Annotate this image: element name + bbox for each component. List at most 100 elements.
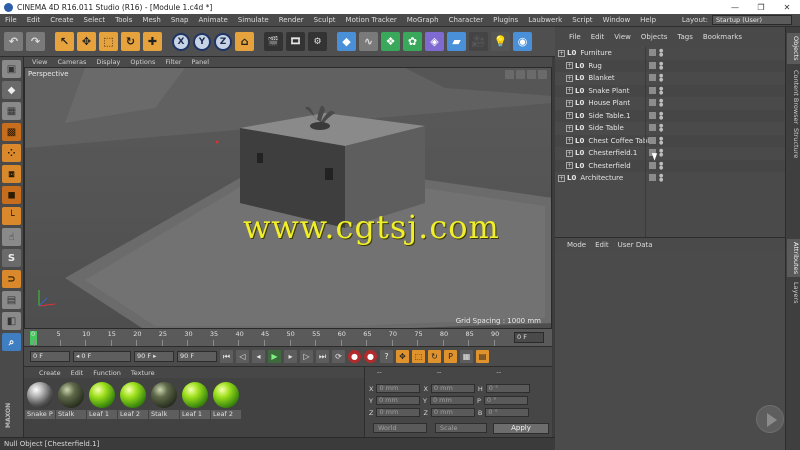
object-manager-column-divider[interactable] <box>645 47 646 237</box>
undo-icon[interactable]: ↶ <box>4 32 23 51</box>
expand-icon[interactable]: + <box>566 112 573 119</box>
close-button[interactable]: ✕ <box>774 3 800 12</box>
visibility-toggle-icon[interactable] <box>649 124 656 131</box>
key-scale-icon[interactable]: ⬚ <box>412 350 425 363</box>
material-item[interactable]: Leaf 1 <box>180 382 210 433</box>
tab-attributes[interactable]: Attributes <box>787 239 800 278</box>
points-mode-icon[interactable]: ⁘ <box>2 144 21 162</box>
menu-file[interactable]: File <box>0 16 22 24</box>
next-key-icon[interactable]: ▷ <box>300 350 313 363</box>
loop-icon[interactable]: ⟳ <box>332 350 345 363</box>
object-menu-file[interactable]: File <box>569 33 581 41</box>
go-to-start-icon[interactable]: ⏮ <box>220 350 233 363</box>
viewport-menu-filter[interactable]: Filter <box>165 58 181 66</box>
expand-icon[interactable]: + <box>566 62 573 69</box>
maximize-button[interactable]: ❐ <box>748 3 774 12</box>
spline-icon[interactable]: ∿ <box>359 32 378 51</box>
record-icon[interactable]: ● <box>348 350 361 363</box>
minimize-button[interactable]: — <box>722 3 748 12</box>
zoom-icon[interactable] <box>516 70 525 79</box>
visibility-toggle-icon[interactable] <box>649 86 656 94</box>
attribute-menu-user-data[interactable]: User Data <box>618 241 653 249</box>
play-overlay-icon[interactable] <box>756 405 784 433</box>
material-item[interactable]: Stalk <box>56 382 86 433</box>
rotation-h-field[interactable]: 0 ° <box>485 384 530 393</box>
menu-window[interactable]: Window <box>598 16 636 24</box>
object-row[interactable]: + L0 Rug ● ● <box>555 59 785 72</box>
visibility-toggle-icon[interactable] <box>649 161 656 169</box>
preview-start-field[interactable]: ◂ 0 F <box>73 351 131 362</box>
object-row[interactable]: + L0 Side Table ● ● <box>555 122 785 134</box>
edges-mode-icon[interactable]: ⧈ <box>2 165 21 183</box>
expand-icon[interactable]: + <box>566 137 573 144</box>
tab-layers[interactable]: Layers <box>787 279 800 307</box>
key-parameter-icon[interactable]: P <box>444 350 457 363</box>
key-pla-icon[interactable]: ▦ <box>460 350 473 363</box>
key-rotation-icon[interactable]: ↻ <box>428 350 441 363</box>
menu-character[interactable]: Character <box>444 16 489 24</box>
menu-select[interactable]: Select <box>79 16 111 24</box>
menu-script[interactable]: Script <box>567 16 597 24</box>
material-item[interactable]: Leaf 1 <box>87 382 117 433</box>
array-icon[interactable]: ✿ <box>403 32 422 51</box>
viewport-menu-options[interactable]: Options <box>130 58 155 66</box>
material-item[interactable]: Leaf 2 <box>118 382 148 433</box>
editor-render-visibility-icon[interactable]: ● ● <box>659 161 663 170</box>
axis-mode-icon[interactable]: └ <box>2 207 21 225</box>
visibility-toggle-icon[interactable] <box>649 136 656 144</box>
recent-tool-icon[interactable]: ✚ <box>143 32 162 51</box>
editor-render-visibility-icon[interactable]: ● ● <box>659 124 663 133</box>
coordinate-system-icon[interactable]: ⌂ <box>235 32 254 51</box>
render-to-picture-viewer-icon[interactable]: 🎞 <box>286 32 305 51</box>
object-row[interactable]: + L0 Architecture ● ● <box>555 172 785 184</box>
polygons-mode-icon[interactable]: ◼ <box>2 186 21 204</box>
texture-mode-icon[interactable]: ▦ <box>2 102 21 120</box>
expand-icon[interactable]: + <box>566 99 573 107</box>
camera-icon[interactable]: 🎥 <box>469 32 488 51</box>
menu-help[interactable]: Help <box>635 16 661 24</box>
maximize-view-icon[interactable] <box>538 70 547 79</box>
object-menu-edit[interactable]: Edit <box>591 33 605 41</box>
material-item[interactable]: Stalk <box>149 382 179 433</box>
object-menu-view[interactable]: View <box>614 33 631 41</box>
visibility-toggle-icon[interactable] <box>649 61 656 69</box>
size-mode-select[interactable]: Scale <box>435 423 487 433</box>
viewport-menu-cameras[interactable]: Cameras <box>57 58 86 66</box>
expand-icon[interactable]: + <box>566 149 573 157</box>
coordinate-space-select[interactable]: World <box>373 423 427 433</box>
visibility-toggle-icon[interactable] <box>649 49 656 56</box>
menu-snap[interactable]: Snap <box>166 16 194 24</box>
visibility-toggle-icon[interactable] <box>649 74 656 81</box>
render-settings-icon[interactable]: ⚙ <box>308 32 327 51</box>
menu-mesh[interactable]: Mesh <box>137 16 165 24</box>
visibility-toggle-icon[interactable] <box>649 111 656 119</box>
tab-content-browser[interactable]: Content Browser <box>787 67 800 127</box>
menu-plugins[interactable]: Plugins <box>488 16 523 24</box>
cube-icon[interactable]: ◆ <box>337 32 356 51</box>
y-axis-icon[interactable]: Y <box>193 32 211 51</box>
object-menu-objects[interactable]: Objects <box>641 33 667 41</box>
preview-end-field[interactable]: 90 F ▸ <box>134 351 174 362</box>
expand-icon[interactable]: + <box>566 124 573 132</box>
object-menu-tags[interactable]: Tags <box>677 33 693 41</box>
expand-icon[interactable]: + <box>566 87 573 94</box>
material-item[interactable]: Snake P <box>25 382 55 433</box>
expand-icon[interactable]: + <box>558 174 565 182</box>
editor-render-visibility-icon[interactable]: ● ● <box>659 136 663 145</box>
menu-animate[interactable]: Animate <box>193 16 232 24</box>
editor-render-visibility-icon[interactable]: ● ● <box>659 49 663 58</box>
next-frame-icon[interactable]: ▸ <box>284 350 297 363</box>
editor-render-visibility-icon[interactable]: ● ● <box>659 74 663 83</box>
menu-simulate[interactable]: Simulate <box>233 16 274 24</box>
size-z-field[interactable]: 0 mm <box>430 408 475 417</box>
menu-mograph[interactable]: MoGraph <box>402 16 444 24</box>
object-row[interactable]: + L0 Chesterfield ● ● <box>555 159 785 172</box>
timeline-current-frame[interactable]: 0 F <box>514 332 544 343</box>
object-row[interactable]: + L0 Blanket ● ● <box>555 72 785 84</box>
make-editable-icon[interactable]: ▣ <box>2 60 21 78</box>
material-item[interactable]: Leaf 2 <box>211 382 241 433</box>
workplane-icon[interactable]: ▩ <box>2 123 21 141</box>
object-row[interactable]: + L0 House Plant ● ● <box>555 97 785 109</box>
model-mode-icon[interactable]: ◆ <box>2 81 21 99</box>
size-x-field[interactable]: 0 mm <box>430 384 475 393</box>
